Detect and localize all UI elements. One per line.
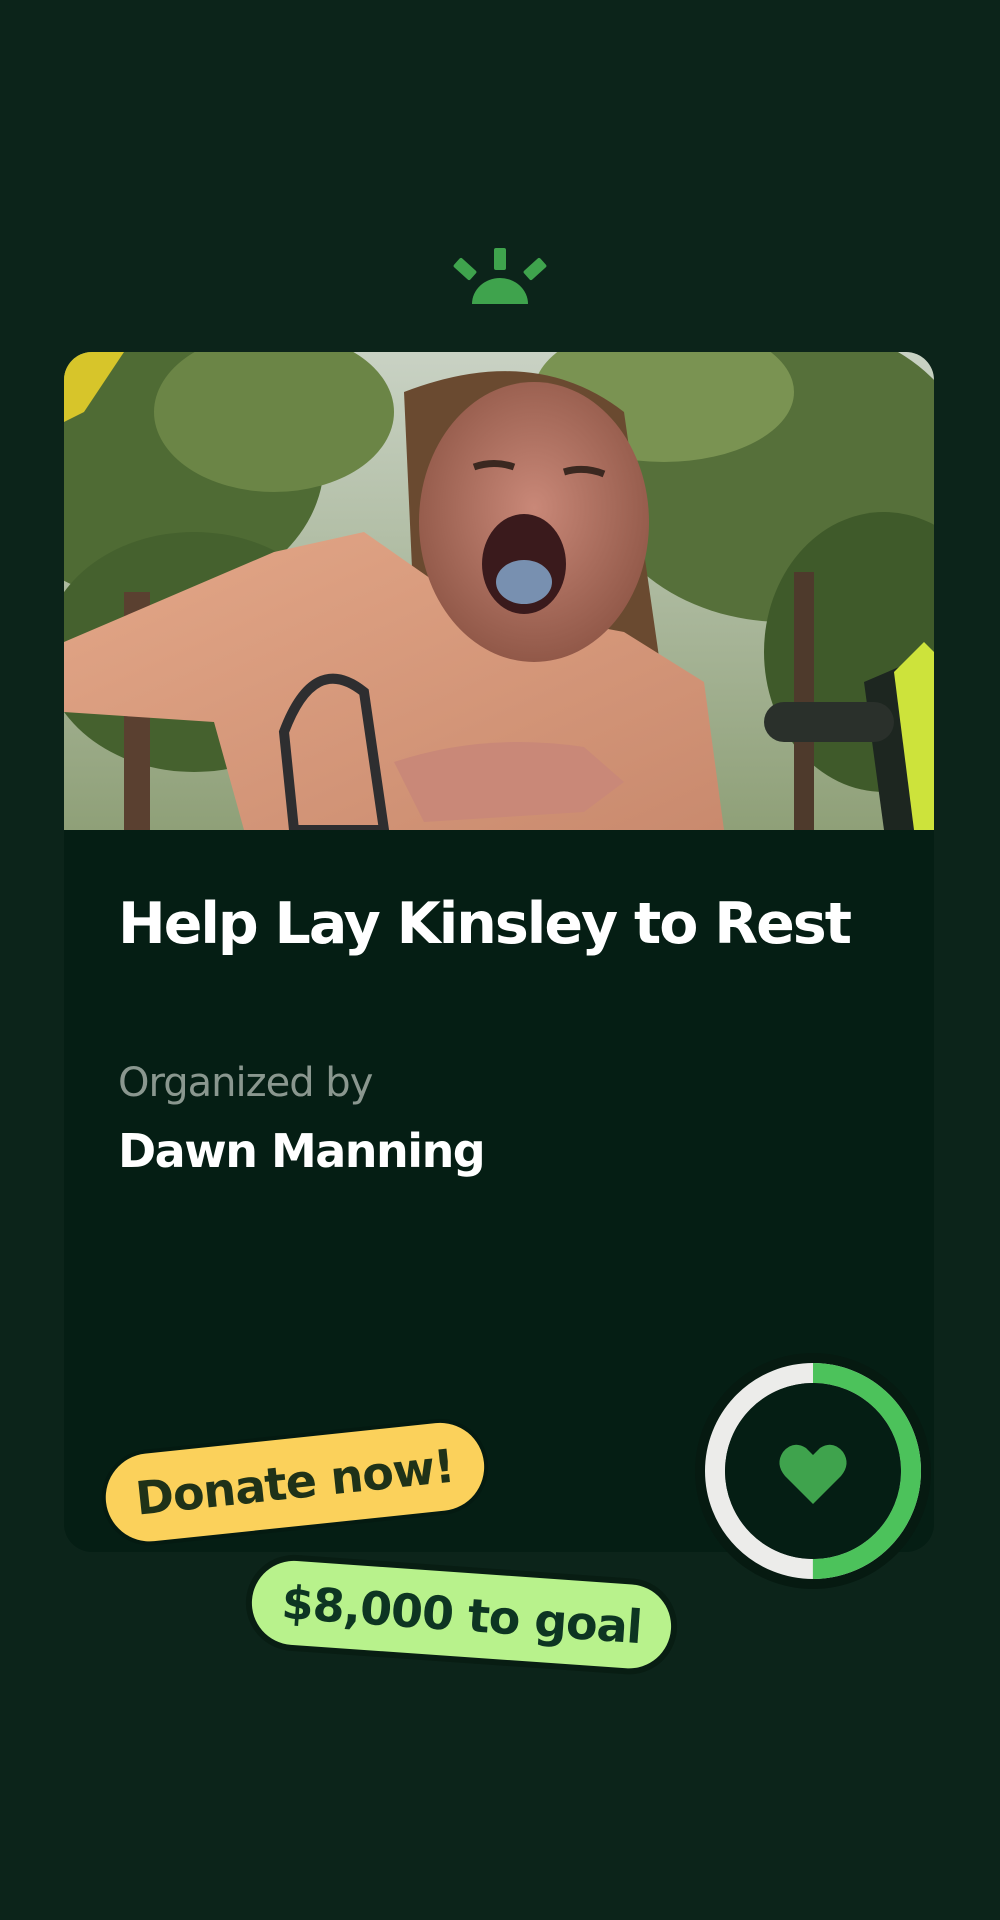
campaign-photo-image bbox=[64, 352, 934, 830]
gofundme-logo-icon bbox=[453, 248, 547, 304]
campaign-photo bbox=[64, 352, 934, 830]
goal-remaining-badge: $8,000 to goal bbox=[249, 1558, 675, 1672]
organized-by-label: Organized by bbox=[118, 1060, 373, 1106]
organizer-name: Dawn Manning bbox=[118, 1124, 486, 1178]
campaign-title: Help Lay Kinsley to Rest bbox=[118, 891, 852, 957]
donation-progress-ring bbox=[695, 1353, 931, 1589]
